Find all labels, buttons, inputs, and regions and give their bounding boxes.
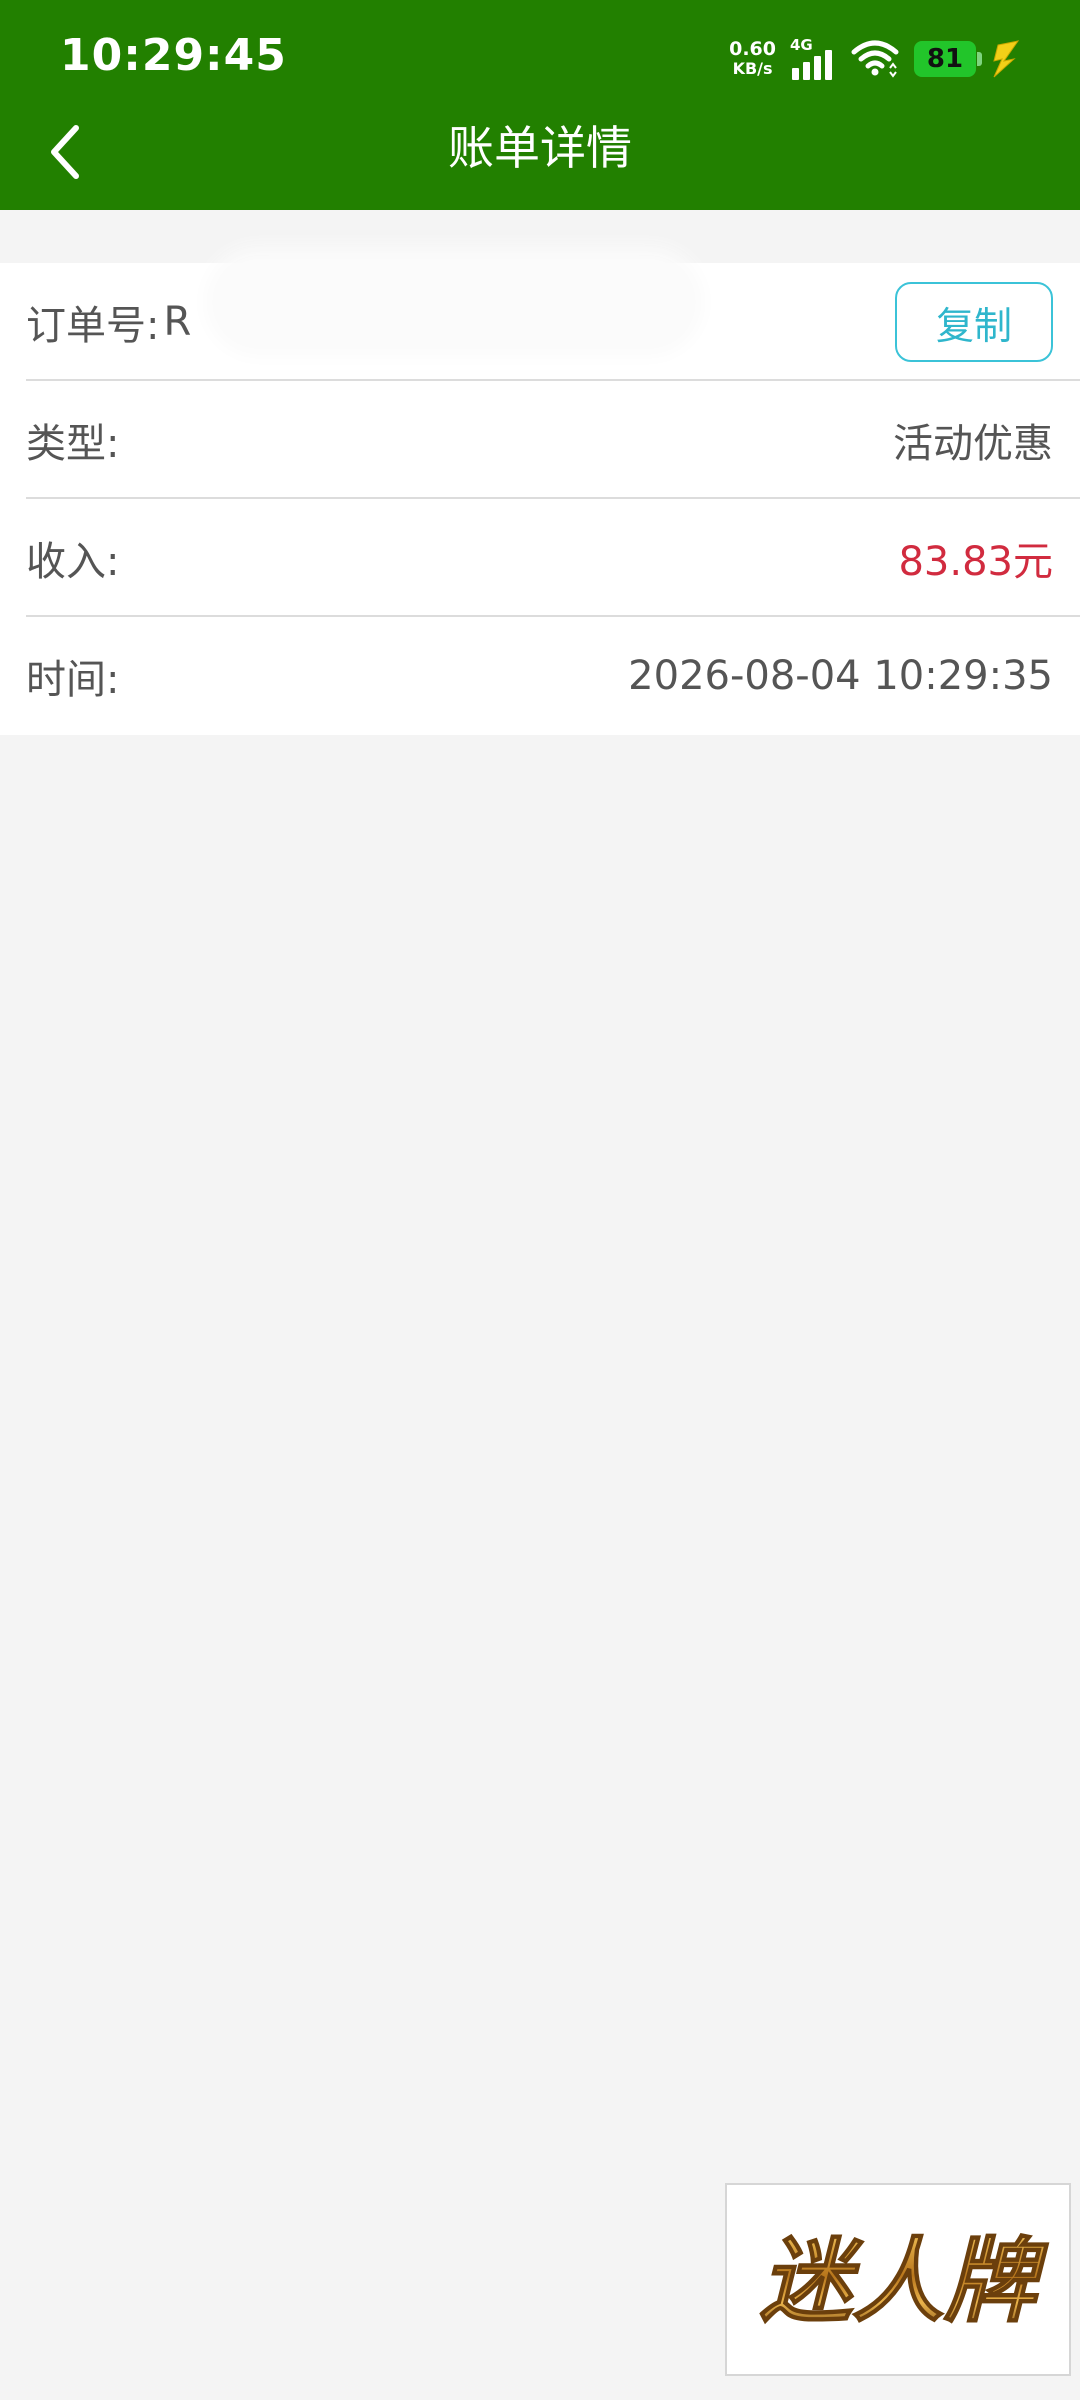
- signal-icon: 4G: [790, 38, 836, 80]
- order-number-group: 订单号: R: [26, 259, 692, 351]
- battery-icon: 81: [914, 41, 982, 77]
- order-number-row: 订单号: R 复制: [26, 259, 1080, 381]
- time-row: 时间: 2026-08-04 10:29:35: [26, 617, 1080, 735]
- app-header: 10:29:45 0.60 KB/s 4G 81 账单详情: [0, 0, 1080, 210]
- order-number-label: 订单号:: [26, 303, 160, 349]
- order-number-value: R: [163, 299, 192, 345]
- charging-bolt-icon: [993, 40, 1020, 78]
- svg-text:迷人牌: 迷人牌: [760, 2227, 1049, 2335]
- bill-detail-card: 订单号: R 复制 类型: 活动优惠 收入: 83.83元 时间: 2026-0…: [0, 259, 1080, 735]
- income-value: 83.83元: [898, 539, 1053, 585]
- status-icons: 0.60 KB/s 4G 81: [729, 36, 1022, 82]
- brand-logo: 迷人牌: [725, 2183, 1071, 2376]
- redaction-blur: [216, 259, 692, 345]
- type-label: 类型:: [26, 421, 120, 467]
- network-speed: 0.60 KB/s: [729, 38, 776, 79]
- type-row: 类型: 活动优惠: [26, 381, 1080, 499]
- income-row: 收入: 83.83元: [26, 499, 1080, 617]
- brand-logo-text: 迷人牌: [759, 2226, 1050, 2336]
- copy-button[interactable]: 复制: [895, 282, 1053, 362]
- type-value: 活动优惠: [893, 421, 1053, 467]
- network-speed-unit: KB/s: [732, 59, 773, 78]
- time-value: 2026-08-04 10:29:35: [628, 653, 1053, 699]
- battery-level: 81: [926, 44, 964, 74]
- page-title: 账单详情: [448, 121, 632, 175]
- status-time: 10:29:45: [60, 30, 287, 81]
- wifi-icon: [851, 40, 899, 78]
- income-label: 收入:: [26, 539, 120, 585]
- time-label: 时间:: [26, 657, 120, 703]
- network-speed-value: 0.60: [729, 38, 776, 60]
